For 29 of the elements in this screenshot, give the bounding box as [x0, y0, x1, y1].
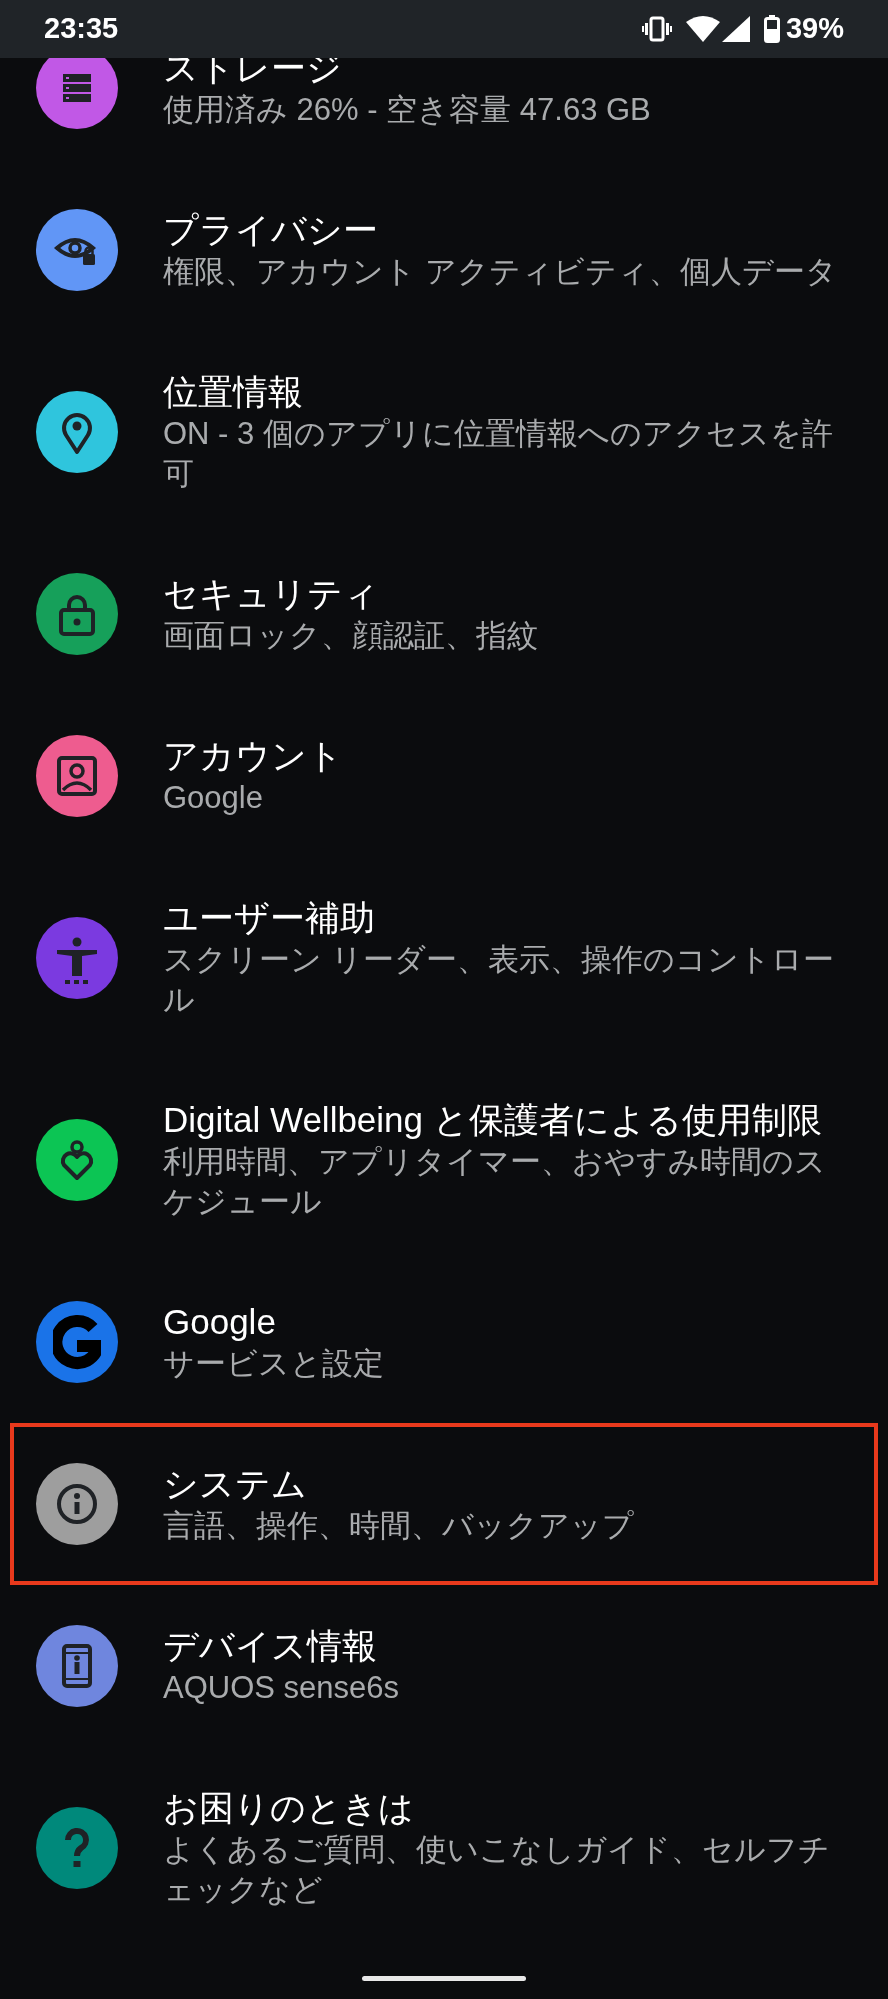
item-subtitle: ON - 3 個のアプリに位置情報へのアクセスを許可	[163, 415, 834, 493]
item-title: ユーザー補助	[163, 897, 376, 939]
item-subtitle: 利用時間、アプリタイマー、おやすみ時間のスケジュール	[163, 1143, 827, 1221]
item-subtitle: AQUOS sense6s	[163, 1669, 401, 1707]
item-subtitle: 画面ロック、顔認証、指紋	[163, 617, 539, 655]
battery-icon	[763, 15, 780, 43]
item-title: 位置情報	[163, 371, 304, 413]
item-subtitle: スクリーン リーダー、表示、操作のコントロール	[163, 941, 835, 1019]
item-title: Google	[163, 1301, 277, 1343]
battery-percent: 39%	[785, 11, 844, 47]
item-subtitle: 権限、アカウント アクティビティ、個人データ	[163, 253, 838, 291]
item-title: デバイス情報	[163, 1625, 378, 1667]
item-title: お困りのときは	[163, 1787, 415, 1829]
item-subtitle: Google	[163, 779, 264, 817]
item-subtitle: 使用済み 26% - 空き容量 47.63 GB	[163, 91, 652, 129]
item-subtitle: 言語、操作、時間、バックアップ	[163, 1507, 635, 1545]
clock-time: 23:35	[44, 11, 119, 47]
item-title: Digital Wellbeing と保護者による使用制限	[163, 1099, 823, 1141]
item-title: アカウント	[163, 735, 344, 777]
signal-icon	[721, 16, 750, 42]
home-indicator[interactable]	[362, 1976, 526, 1981]
g-letter-icon	[53, 1314, 101, 1370]
item-title: セキュリティ	[163, 573, 380, 615]
item-title: プライバシー	[163, 209, 379, 251]
item-subtitle: よくあるご質問、使いこなしガイド、セルフチェックなど	[163, 1831, 831, 1909]
item-subtitle: サービスと設定	[163, 1345, 385, 1383]
wifi-icon	[685, 16, 720, 42]
item-title: システム	[163, 1463, 308, 1505]
vibrate-icon	[641, 16, 672, 42]
